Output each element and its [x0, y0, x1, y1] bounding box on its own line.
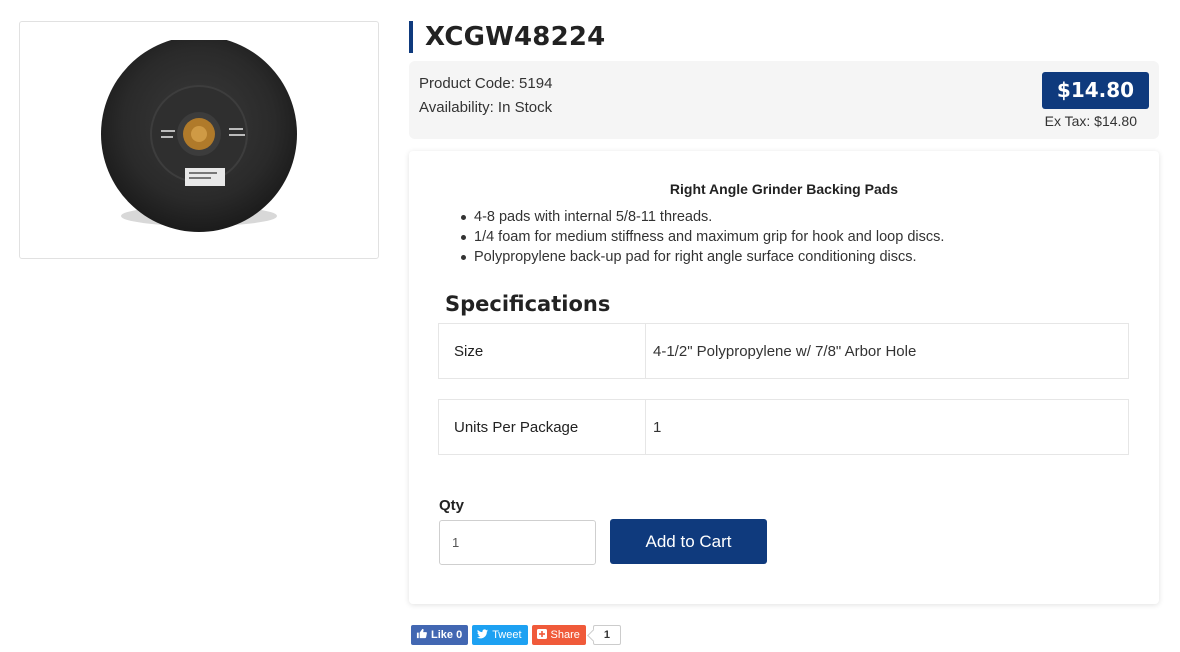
list-item: 4-8 pads with internal 5/8-11 threads. — [459, 207, 944, 227]
spec-value: 4-1/2" Polypropylene w/ 7/8" Arbor Hole — [653, 342, 917, 360]
table-row: Size 4-1/2" Polypropylene w/ 7/8" Arbor … — [438, 323, 1129, 379]
facebook-like-button[interactable]: Like 0 — [411, 625, 469, 645]
share-label: Share — [550, 629, 580, 641]
availability: Availability: In Stock — [419, 99, 553, 116]
twitter-bird-icon — [477, 628, 489, 642]
share-button[interactable]: Share — [531, 625, 586, 645]
plus-icon — [536, 628, 547, 642]
product-image-frame[interactable] — [19, 21, 379, 259]
description-heading: Right Angle Grinder Backing Pads — [669, 181, 899, 197]
table-row: Units Per Package 1 — [438, 399, 1129, 455]
spec-key: Size — [439, 324, 646, 378]
spec-key: Units Per Package — [439, 400, 646, 454]
share-count: 1 — [592, 625, 622, 645]
thumbs-up-icon — [416, 628, 427, 642]
price-badge: $14.80 — [1042, 72, 1149, 109]
like-label: Like 0 — [431, 629, 463, 641]
price-info-panel: Product Code: 5194 Availability: In Stoc… — [409, 61, 1159, 139]
description-list: 4-8 pads with internal 5/8-11 threads. 1… — [459, 207, 944, 267]
spec-value: 1 — [653, 418, 662, 436]
list-item: 1/4 foam for medium stiffness and maximu… — [459, 227, 944, 247]
specifications-title: Specifications — [445, 292, 611, 316]
add-to-cart-button[interactable]: Add to Cart — [610, 519, 767, 564]
product-image — [101, 40, 297, 232]
tweet-button[interactable]: Tweet — [472, 625, 528, 645]
product-details-card: Right Angle Grinder Backing Pads 4-8 pad… — [409, 151, 1159, 604]
list-item: Polypropylene back-up pad for right angl… — [459, 247, 944, 267]
tweet-label: Tweet — [492, 629, 522, 641]
qty-input[interactable] — [439, 520, 596, 565]
product-title: XCGW48224 — [409, 21, 605, 53]
social-share-bar: Like 0 Tweet Share 1 — [411, 625, 622, 645]
ex-tax-price: Ex Tax: $14.80 — [1044, 113, 1137, 129]
product-code: Product Code: 5194 — [419, 75, 553, 92]
qty-label: Qty — [439, 497, 465, 514]
